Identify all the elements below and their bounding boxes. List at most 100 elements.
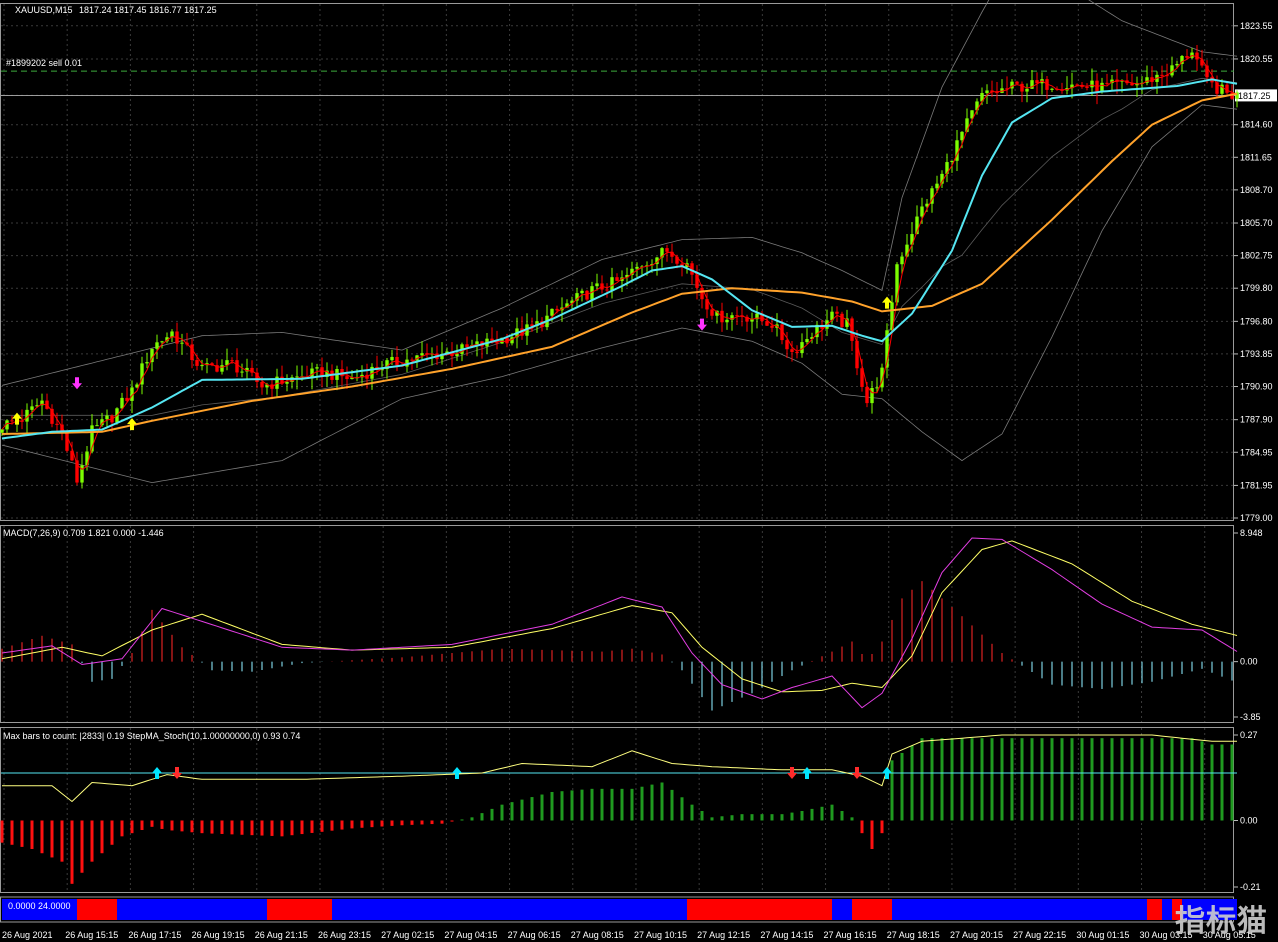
strip-segment — [1147, 899, 1162, 920]
stoch-bar — [230, 820, 234, 835]
main-ytick-label: 1805.70 — [1240, 218, 1273, 228]
stoch-bar — [280, 820, 284, 837]
stoch-bar — [150, 820, 154, 827]
candle-body — [1105, 82, 1109, 84]
candle-body — [735, 315, 739, 317]
stoch-bar — [240, 820, 244, 835]
candle-body — [295, 376, 299, 378]
stoch-bar — [860, 820, 864, 834]
watermark-logo: 指标猫 — [1175, 904, 1268, 939]
candle-body — [1050, 88, 1054, 90]
candle-body — [160, 341, 164, 343]
candle-body — [95, 425, 99, 427]
stoch-bar — [710, 817, 714, 821]
stoch-bar — [1020, 738, 1024, 821]
stoch-bar — [1050, 738, 1054, 821]
stoch-bar — [1000, 738, 1004, 821]
stoch-bar — [50, 820, 54, 858]
stoch-bar — [790, 812, 794, 821]
candle-body — [420, 353, 424, 356]
stoch-bar — [320, 820, 324, 832]
candle-body — [1025, 88, 1029, 92]
candle-body — [785, 340, 789, 350]
stoch-bar — [660, 782, 664, 821]
stoch-bar — [220, 820, 224, 834]
stoch-bar — [590, 788, 594, 821]
candle-body — [145, 362, 149, 364]
stoch-bar — [540, 794, 544, 821]
stoch-bar — [270, 820, 274, 836]
stoch-bar — [90, 820, 94, 862]
stoch-bar — [360, 820, 364, 828]
stoch-bar — [190, 820, 194, 833]
candle-body — [855, 340, 859, 369]
stoch-bar — [1010, 738, 1014, 821]
stoch-bar — [400, 820, 404, 826]
x-tick-label: 27 Aug 20:15 — [950, 930, 1003, 940]
stoch-bar — [770, 814, 774, 821]
stoch-bar — [1030, 738, 1034, 821]
stoch-bar — [880, 820, 884, 834]
stoch-bar — [60, 820, 64, 862]
candle-body — [10, 420, 14, 422]
sell-arrow-icon — [72, 377, 82, 390]
candle-body — [195, 360, 199, 366]
stoch-bar — [580, 789, 584, 821]
ohlc-label: 1817.24 1817.45 1816.77 1817.25 — [79, 5, 217, 15]
x-tick-label: 27 Aug 16:15 — [824, 930, 877, 940]
candle-body — [190, 344, 194, 361]
stoch-bar — [930, 738, 934, 821]
candle-body — [120, 397, 124, 409]
macd-ytick-label: 0.00 — [1240, 657, 1258, 667]
candle-body — [935, 183, 939, 189]
stoch-bar — [610, 788, 614, 821]
sell-arrow-icon — [697, 318, 707, 331]
x-tick-label: 30 Aug 01:15 — [1076, 930, 1129, 940]
main-ytick-label: 1823.55 — [1240, 21, 1273, 31]
stoch-bar — [990, 738, 994, 821]
order-label: #1899202 sell 0.01 — [6, 58, 83, 68]
stoch-sell-arrow-icon — [787, 767, 797, 779]
stoch-bar — [350, 820, 354, 829]
main-ytick-label: 1796.80 — [1240, 316, 1273, 326]
stoch-bar — [1040, 738, 1044, 821]
stoch-bar — [550, 792, 554, 821]
ma-slow-line — [1, 92, 1238, 435]
stoch-bar — [380, 820, 384, 827]
candle-body — [105, 415, 109, 420]
candle-body — [770, 325, 774, 328]
candle-body — [1175, 63, 1179, 66]
stoch-ytick-label: -0.21 — [1240, 882, 1261, 892]
candle-body — [465, 344, 469, 348]
stoch-buy-arrow-icon — [802, 767, 812, 779]
stoch-bar — [1190, 738, 1194, 821]
candle-body — [30, 406, 34, 410]
trading-chart[interactable]: 1823.55 1820.55 1817.25 1814.60 1811.65 1808.… — [0, 0, 1278, 942]
stoch-bar — [330, 820, 334, 831]
stoch-bar — [820, 806, 824, 821]
candle-body — [960, 131, 964, 141]
stoch-bar — [290, 820, 294, 836]
stoch-bar — [260, 820, 264, 836]
main-ytick-label: 1781.95 — [1240, 480, 1273, 490]
stoch-bar — [940, 738, 944, 821]
stoch-sell-arrow-icon — [172, 767, 182, 779]
candle-body — [865, 386, 869, 404]
candle-body — [240, 371, 244, 373]
stoch-bar — [450, 820, 454, 822]
main-ytick-label: 1814.60 — [1240, 120, 1273, 130]
stoch-bar — [410, 820, 414, 825]
stoch-bar — [440, 820, 444, 824]
x-tick-label: 26 Aug 19:15 — [192, 930, 245, 940]
x-tick-label: 27 Aug 10:15 — [634, 930, 687, 940]
candle-body — [580, 290, 584, 294]
candle-body — [1170, 65, 1174, 76]
stoch-bar — [730, 815, 734, 821]
candle-body — [870, 387, 874, 404]
stoch-bar — [1140, 738, 1144, 821]
candle-body — [410, 359, 414, 361]
candle-body — [1015, 81, 1019, 84]
candle-body — [155, 342, 159, 349]
stoch-bar — [310, 820, 314, 833]
x-tick-label: 26 Aug 15:15 — [65, 930, 118, 940]
